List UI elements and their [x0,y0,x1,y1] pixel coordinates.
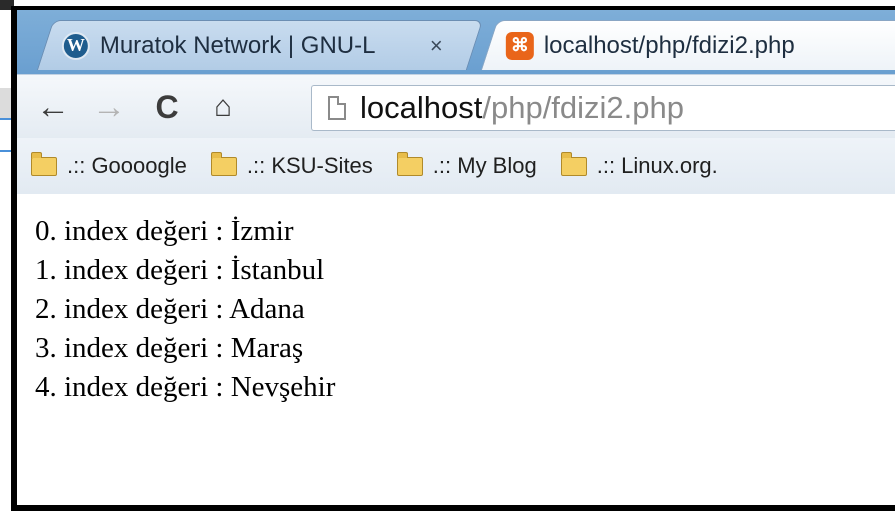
bookmark-my-blog[interactable]: .:: My Blog [396,151,537,179]
bookmark-label: .:: My Blog [432,153,537,178]
browser-chrome: W Muratok Network | GNU-L × ⌘ localhost/… [17,10,895,195]
output-line: 2. index değeri : Adana [35,293,305,325]
tab-title: Muratok Network | GNU-L [99,31,376,59]
tab-title: localhost/php/fdizi2.php [543,31,795,59]
bookmark-goooogle[interactable]: .:: Goooogle [31,151,187,179]
output-line: 4. index değeri : Nevşehir [35,371,336,403]
close-icon[interactable]: × [430,33,443,59]
reload-icon[interactable]: C [145,85,189,129]
navigation-toolbar: ← → C ⌂ localhost /php/fdizi2.php [17,74,895,139]
bookmark-label: .:: Linux.org. [596,153,718,178]
page-content: 0. index değeri : İzmir 1. index değeri … [17,194,895,505]
folder-icon [560,151,587,176]
bookmark-linux-org[interactable]: .:: Linux.org. [560,151,718,179]
output-line: 1. index değeri : İstanbul [35,254,325,286]
xampp-icon: ⌘ [505,31,534,60]
home-icon[interactable]: ⌂ [201,85,245,129]
browser-frame: W Muratok Network | GNU-L × ⌘ localhost/… [17,10,895,505]
output-line: 3. index değeri : Maraş [35,332,304,364]
bookmark-label: .:: KSU-Sites [246,153,373,178]
browser-window: W Muratok Network | GNU-L × ⌘ localhost/… [11,6,895,511]
folder-icon [210,151,237,176]
bookmarks-bar: .:: Goooogle .:: KSU-Sites .:: My Blog .… [17,138,895,195]
tab-strip: W Muratok Network | GNU-L × ⌘ localhost/… [17,10,895,74]
folder-icon [396,151,423,176]
page-icon [328,96,346,120]
back-arrow-icon[interactable]: ← [31,85,75,129]
forward-arrow-icon[interactable]: → [87,85,131,129]
tab-localhost[interactable]: ⌘ localhost/php/fdizi2.php [480,20,895,70]
address-bar[interactable]: localhost /php/fdizi2.php [311,85,895,131]
bookmark-label: .:: Goooogle [67,153,187,178]
url-host: localhost [360,90,483,125]
url-path: /php/fdizi2.php [482,90,685,125]
wordpress-icon: W [61,31,90,60]
tab-muratok-network[interactable]: W Muratok Network | GNU-L × [36,20,484,70]
folder-icon [31,151,57,176]
bookmark-ksu-sites[interactable]: .:: KSU-Sites [210,151,373,179]
output-line: 0. index değeri : İzmir [35,215,294,247]
